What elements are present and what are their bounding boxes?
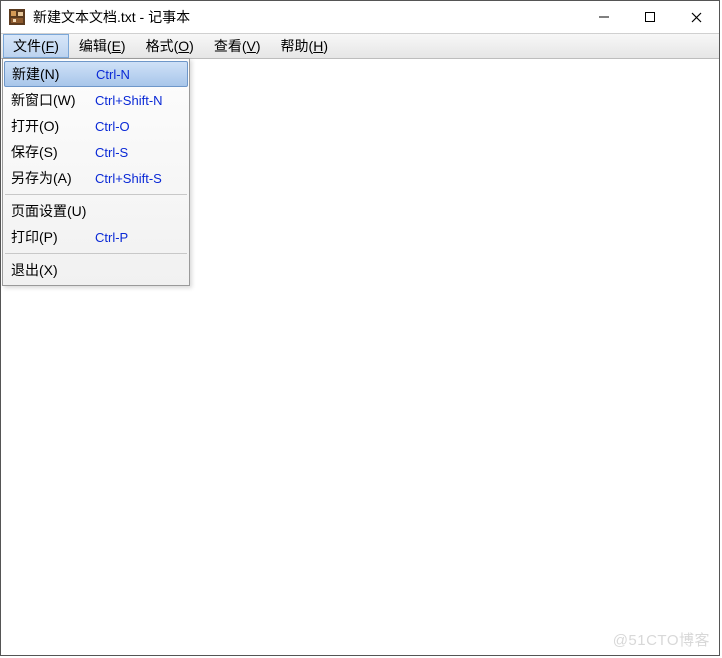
menu-edit[interactable]: 编辑(E) — [69, 34, 136, 58]
file-menu-exit-label: 退出(X) — [11, 260, 95, 280]
menu-help-post: ) — [323, 38, 328, 54]
file-menu-save[interactable]: 保存(S) Ctrl-S — [3, 139, 189, 165]
minimize-button[interactable] — [581, 1, 627, 33]
file-menu-open-accel: Ctrl-O — [95, 119, 130, 134]
menu-view-post: ) — [256, 38, 261, 54]
file-menu-save-as-accel: Ctrl+Shift-S — [95, 171, 162, 186]
file-menu-new-label: 新建(N) — [12, 64, 96, 84]
title-bar: 新建文本文档.txt - 记事本 — [1, 1, 719, 33]
menu-edit-mn: E — [112, 38, 121, 54]
menu-file[interactable]: 文件(F) — [3, 34, 69, 58]
menu-help-pre: 帮助( — [281, 36, 314, 56]
file-menu-save-as[interactable]: 另存为(A) Ctrl+Shift-S — [3, 165, 189, 191]
maximize-button[interactable] — [627, 1, 673, 33]
menu-bar: 文件(F) 编辑(E) 格式(O) 查看(V) 帮助(H) — [1, 33, 719, 59]
menu-view-pre: 查看( — [214, 36, 247, 56]
file-menu-print[interactable]: 打印(P) Ctrl-P — [3, 224, 189, 250]
file-menu-new-accel: Ctrl-N — [96, 67, 130, 82]
menu-format-pre: 格式( — [146, 36, 179, 56]
menu-view[interactable]: 查看(V) — [204, 34, 271, 58]
file-menu-new-window-label: 新窗口(W) — [11, 90, 95, 110]
file-menu-page-setup-label: 页面设置(U) — [11, 201, 95, 221]
file-menu-exit[interactable]: 退出(X) — [3, 257, 189, 283]
close-button[interactable] — [673, 1, 719, 33]
menu-format-post: ) — [189, 38, 194, 54]
menu-edit-post: ) — [121, 38, 126, 54]
app-icon — [9, 9, 25, 25]
menu-help-mn: H — [313, 38, 323, 54]
menu-format[interactable]: 格式(O) — [136, 34, 204, 58]
menu-help[interactable]: 帮助(H) — [271, 34, 338, 58]
menu-view-mn: V — [247, 38, 256, 54]
window-title: 新建文本文档.txt - 记事本 — [31, 7, 581, 27]
file-dropdown: 新建(N) Ctrl-N 新窗口(W) Ctrl+Shift-N 打开(O) C… — [2, 58, 190, 286]
file-menu-page-setup[interactable]: 页面设置(U) — [3, 198, 189, 224]
menu-file-post: ) — [54, 38, 59, 54]
file-menu-save-accel: Ctrl-S — [95, 145, 128, 160]
file-menu-save-as-label: 另存为(A) — [11, 168, 95, 188]
file-menu-print-label: 打印(P) — [11, 227, 95, 247]
menu-file-pre: 文件( — [13, 36, 46, 56]
file-menu-open-label: 打开(O) — [11, 116, 95, 136]
file-menu-new-window[interactable]: 新窗口(W) Ctrl+Shift-N — [3, 87, 189, 113]
file-menu-save-label: 保存(S) — [11, 142, 95, 162]
menu-file-mn: F — [46, 38, 55, 54]
menu-edit-pre: 编辑( — [79, 36, 112, 56]
file-menu-open[interactable]: 打开(O) Ctrl-O — [3, 113, 189, 139]
file-menu-new[interactable]: 新建(N) Ctrl-N — [4, 61, 188, 87]
file-menu-separator — [5, 194, 187, 195]
window-controls — [581, 1, 719, 33]
file-menu-new-window-accel: Ctrl+Shift-N — [95, 93, 163, 108]
file-menu-print-accel: Ctrl-P — [95, 230, 128, 245]
file-menu-separator — [5, 253, 187, 254]
menu-format-mn: O — [178, 38, 189, 54]
